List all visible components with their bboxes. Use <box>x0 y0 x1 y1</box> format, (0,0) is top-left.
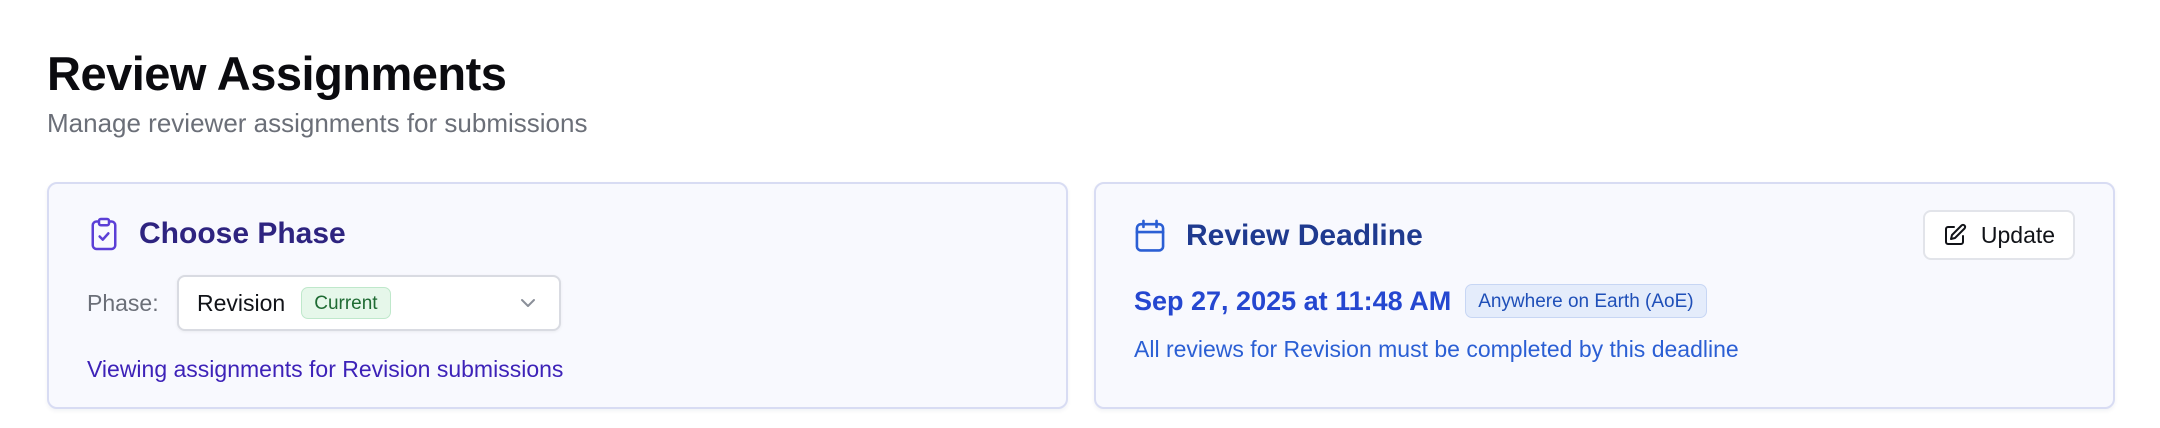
current-badge: Current <box>301 287 391 319</box>
page-subtitle: Manage reviewer assignments for submissi… <box>47 108 588 138</box>
review-deadline-header: Review Deadline <box>1134 216 1423 256</box>
edit-icon <box>1943 223 1967 247</box>
review-deadline-title: Review Deadline <box>1186 219 1423 252</box>
page-title: Review Assignments <box>47 47 507 100</box>
review-deadline-card: Review Deadline Update Sep 27, 2025 at 1… <box>1094 182 2115 409</box>
deadline-note: All reviews for Revision must be complet… <box>1134 336 1739 362</box>
deadline-row: Sep 27, 2025 at 11:48 AM Anywhere on Ear… <box>1134 281 1707 321</box>
phase-select-value: Revision <box>197 289 286 316</box>
deadline-datetime: Sep 27, 2025 at 11:48 AM <box>1134 286 1452 316</box>
calendar-icon <box>1134 219 1166 253</box>
phase-select[interactable]: Revision Current <box>177 275 561 331</box>
phase-row: Phase: Revision Current <box>87 275 561 331</box>
update-deadline-button[interactable]: Update <box>1923 210 2075 260</box>
review-assignments-page: Review Assignments Manage reviewer assig… <box>0 0 2160 428</box>
timezone-badge: Anywhere on Earth (AoE) <box>1465 284 1707 318</box>
choose-phase-card: Choose Phase Phase: Revision Current Vie… <box>47 182 1068 409</box>
choose-phase-title: Choose Phase <box>139 217 346 250</box>
update-button-label: Update <box>1980 221 2056 248</box>
chevron-down-icon <box>519 296 537 310</box>
phase-label: Phase: <box>87 290 159 316</box>
choose-phase-header: Choose Phase <box>89 214 346 254</box>
phase-helper-text: Viewing assignments for Revision submiss… <box>87 356 564 382</box>
clipboard-check-icon <box>89 216 119 252</box>
